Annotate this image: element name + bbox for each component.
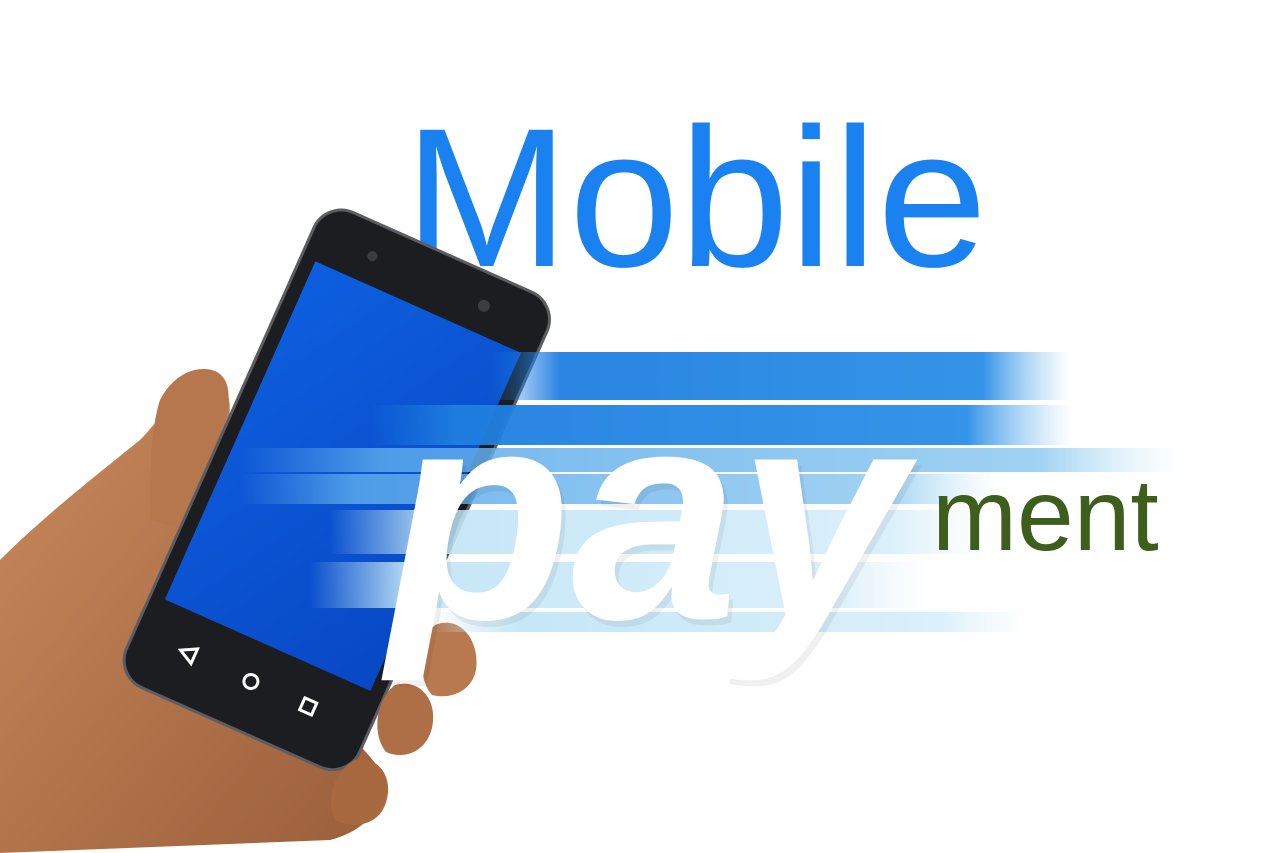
headline-pay: pay — [379, 346, 921, 684]
illustration-canvas: Mobile pay pay ment — [0, 87, 1180, 853]
headline-ment: ment — [932, 458, 1159, 572]
mobile-payment-illustration: Mobile pay pay ment — [0, 0, 1280, 853]
